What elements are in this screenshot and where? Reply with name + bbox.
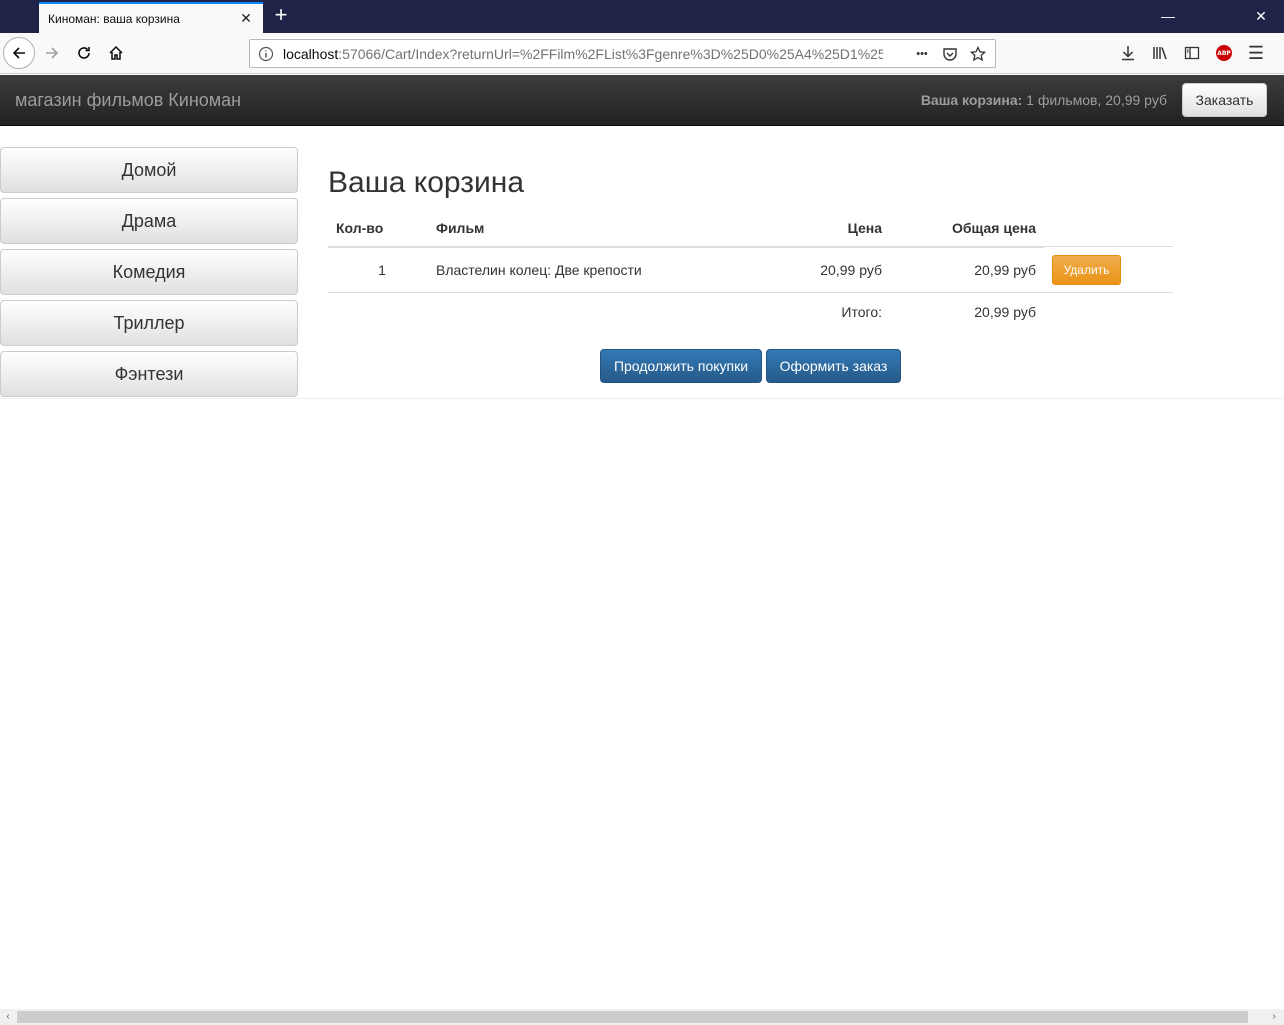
category-home-button[interactable]: Домой <box>0 147 298 193</box>
cart-summary-value: 1 фильмов, 20,99 руб <box>1022 92 1167 108</box>
browser-tab-active[interactable]: Киноман: ваша корзина ✕ <box>39 2 263 33</box>
browser-toolbar: localhost:57066/Cart/Index?returnUrl=%2F… <box>0 33 1284 74</box>
place-order-button[interactable]: Оформить заказ <box>766 349 901 383</box>
total-row: Итого: 20,99 руб <box>328 293 1173 333</box>
cart-summary-label: Ваша корзина: <box>920 92 1023 108</box>
table-header: Кол-во Фильм Цена Общая цена <box>328 208 1173 248</box>
table-row: 1 Властелин колец: Две крепости 20,99 ру… <box>328 248 1173 293</box>
reload-icon[interactable] <box>68 37 100 69</box>
item-film: Властелин колец: Две крепости <box>436 262 642 278</box>
browser-titlebar: Киноман: ваша корзина ✕ + — ✕ <box>0 0 1284 33</box>
url-host: localhost <box>283 46 339 62</box>
pocket-icon[interactable] <box>939 44 961 64</box>
adblock-icon[interactable]: ABP <box>1212 41 1236 65</box>
tab-title: Киноман: ваша корзина <box>48 12 180 26</box>
horizontal-scrollbar[interactable]: ‹ › <box>0 1009 1284 1025</box>
continue-shopping-button[interactable]: Продолжить покупки <box>600 349 762 383</box>
adblock-label: ABP <box>1216 45 1232 61</box>
category-drama-button[interactable]: Драма <box>0 198 298 244</box>
tab-close-icon[interactable]: ✕ <box>237 9 255 27</box>
page-title: Ваша корзина <box>328 166 525 199</box>
checkout-button[interactable]: Заказать <box>1182 83 1267 117</box>
url-bar[interactable]: localhost:57066/Cart/Index?returnUrl=%2F… <box>249 39 996 68</box>
category-comedy-button[interactable]: Комедия <box>0 249 298 295</box>
home-icon[interactable] <box>100 37 132 69</box>
url-path: :57066/Cart/Index?returnUrl=%2FFilm%2FLi… <box>338 46 883 62</box>
site-navbar: магазин фильмов Киноман Ваша корзина: 1 … <box>0 75 1284 126</box>
site-info-icon[interactable] <box>258 46 274 62</box>
scroll-left-icon[interactable]: ‹ <box>2 1011 14 1023</box>
window-minimize-icon[interactable]: — <box>1156 5 1180 27</box>
remove-item-button[interactable]: Удалить <box>1052 255 1121 285</box>
item-subtotal: 20,99 руб <box>974 262 1036 278</box>
total-value: 20,99 руб <box>974 304 1036 320</box>
header-divider-thin <box>1044 246 1173 247</box>
item-qty: 1 <box>378 262 386 278</box>
total-label: Итого: <box>841 304 882 320</box>
forward-arrow-icon[interactable] <box>36 37 68 69</box>
category-fantasy-button[interactable]: Фэнтези <box>0 351 298 397</box>
sidebar-toggle-icon[interactable] <box>1180 41 1204 65</box>
url-text[interactable]: localhost:57066/Cart/Index?returnUrl=%2F… <box>283 46 883 62</box>
category-thriller-button[interactable]: Триллер <box>0 300 298 346</box>
back-arrow-icon[interactable] <box>3 37 35 69</box>
scrollbar-thumb[interactable] <box>17 1011 1248 1023</box>
bookmark-star-icon[interactable] <box>967 44 989 64</box>
header-film: Фильм <box>436 220 485 236</box>
header-qty: Кол-во <box>336 220 384 236</box>
header-price: Цена <box>847 220 882 236</box>
header-subtotal: Общая цена <box>952 220 1036 236</box>
downloads-icon[interactable] <box>1116 41 1140 65</box>
site-brand[interactable]: магазин фильмов Киноман <box>15 90 241 111</box>
hamburger-menu-icon[interactable]: ☰ <box>1244 41 1268 65</box>
new-tab-icon[interactable]: + <box>270 4 292 27</box>
cart-summary: Ваша корзина: 1 фильмов, 20,99 руб <box>921 92 1167 108</box>
item-price: 20,99 руб <box>820 262 882 278</box>
content-divider <box>0 398 1284 399</box>
window-close-icon[interactable]: ✕ <box>1249 5 1273 27</box>
category-sidebar: Домой Драма Комедия Триллер Фэнтези <box>0 147 298 402</box>
scroll-right-icon[interactable]: › <box>1268 1011 1280 1023</box>
page-actions-icon[interactable]: ••• <box>911 44 933 64</box>
library-icon[interactable] <box>1148 41 1172 65</box>
